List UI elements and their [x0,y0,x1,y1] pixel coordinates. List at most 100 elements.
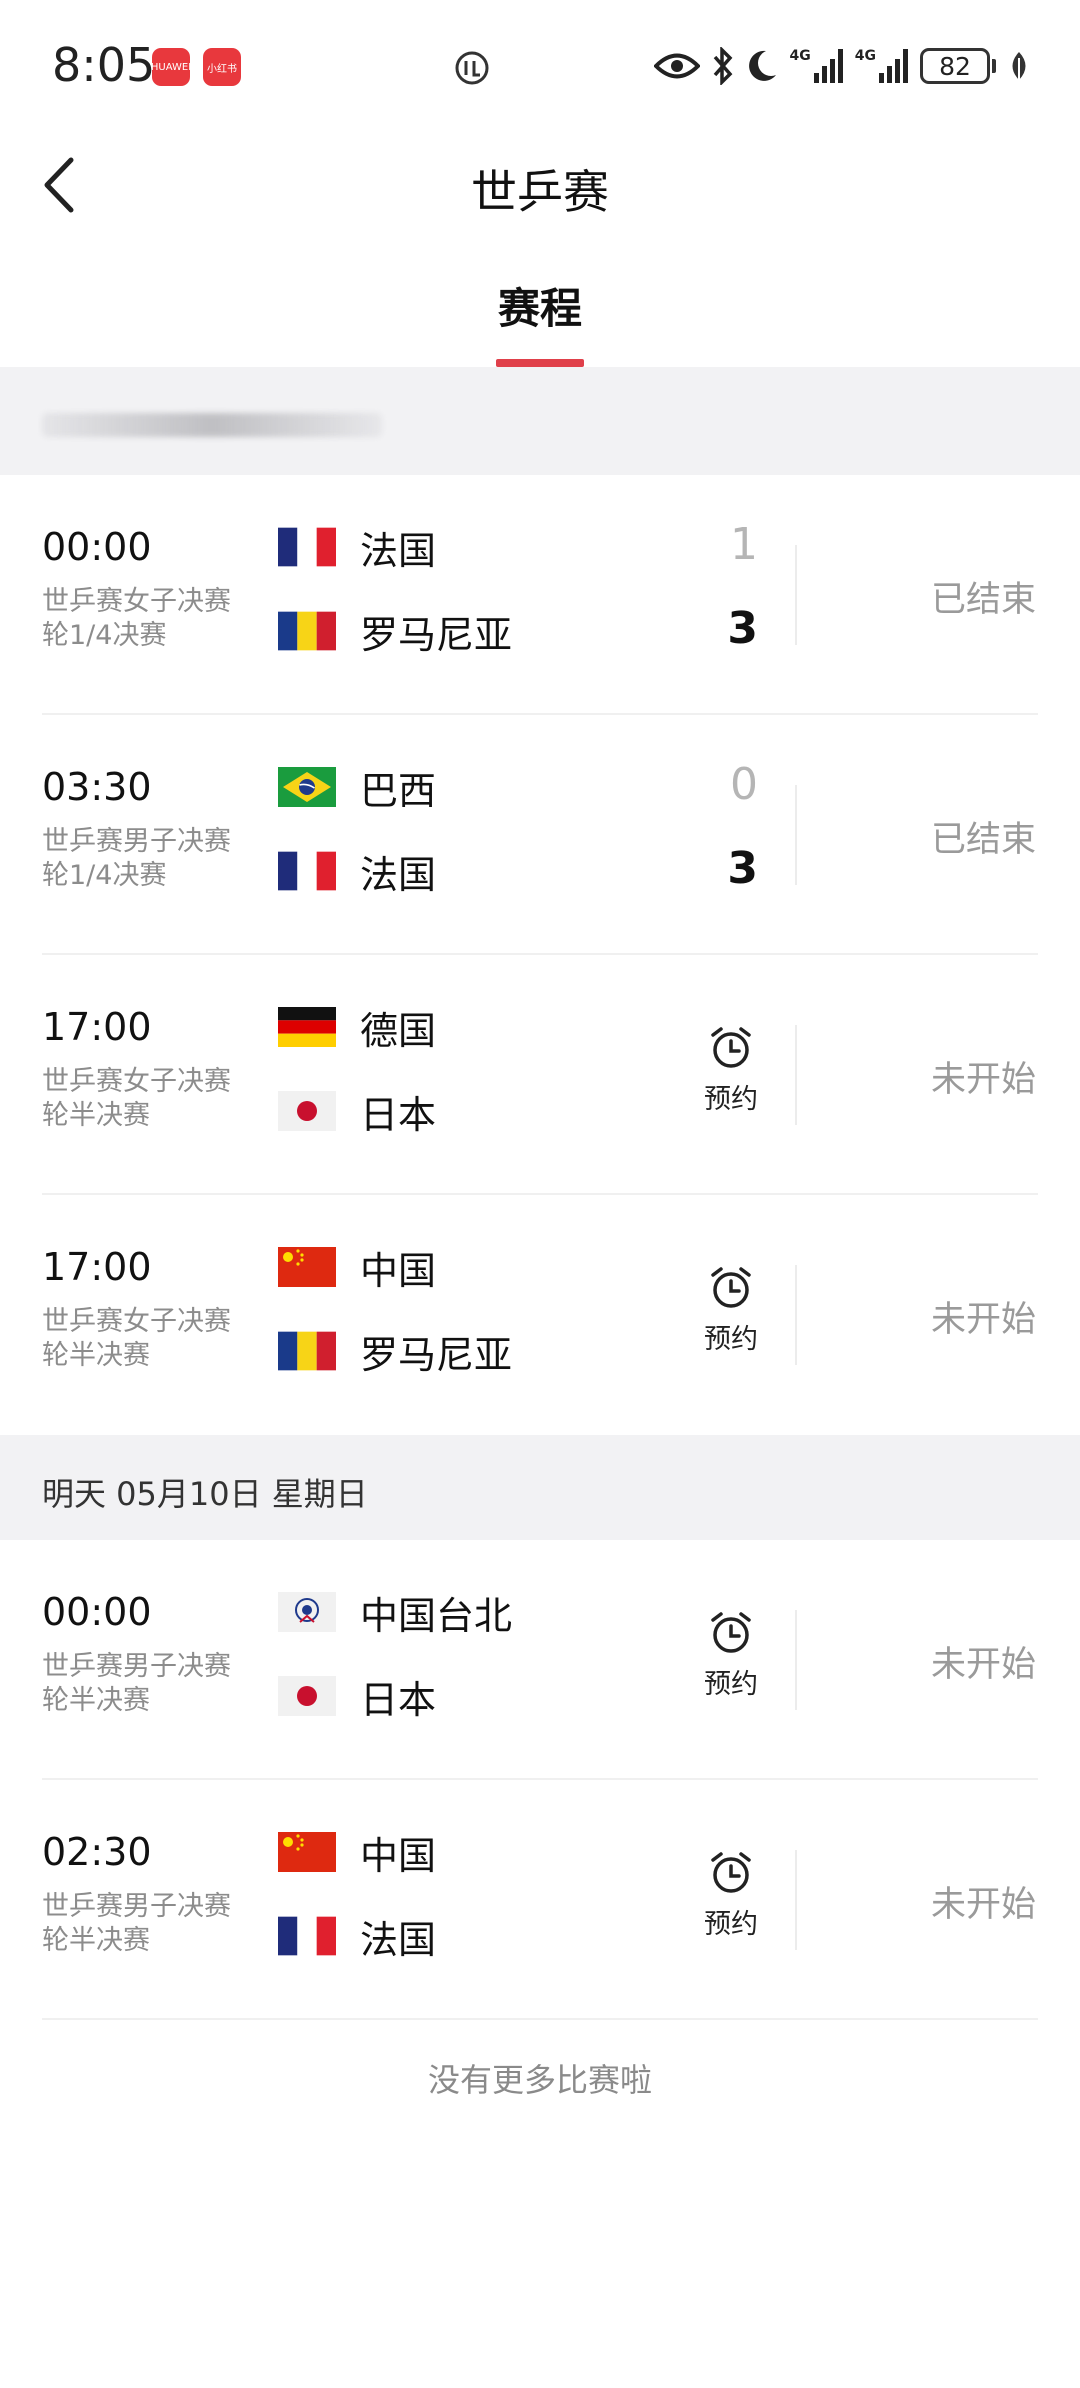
romania-flag-icon [278,611,336,651]
team-name: 巴西 [360,768,437,813]
team-away: 日本 [278,1081,436,1141]
reminder-button[interactable]: 预约 [696,1025,766,1125]
team-name: 德国 [360,1008,437,1053]
japan-flag-icon [278,1676,336,1716]
divider [795,1025,797,1125]
team-name: 法国 [360,852,437,897]
romania-flag-icon [278,1331,336,1371]
reminder-button[interactable]: 预约 [696,1265,766,1365]
team-home: 中国 [278,1237,436,1297]
team-name: 日本 [360,1092,437,1137]
team-away: 法国 [278,1906,436,1966]
match-time: 02:30 [42,1830,152,1874]
obscured-date [42,413,382,437]
team-home: 中国台北 [278,1582,512,1642]
divider [795,1850,797,1950]
team-name: 中国台北 [360,1593,513,1638]
france-flag-icon [278,1916,336,1956]
divider [795,545,797,645]
reminder-button[interactable]: 预约 [696,1850,766,1950]
match-time: 00:00 [42,525,152,569]
match-status: 未开始 [930,1885,1036,1925]
date-header [0,367,1080,475]
header: 世乒赛 [0,130,1080,240]
bluetooth-icon [713,47,732,85]
match-row[interactable]: 00:00 世乒赛男子决赛轮半决赛 中国台北 日本 预约 未开始 [0,1540,1080,1780]
match-round: 世乒赛男子决赛轮1/4决赛 [42,826,231,891]
japan-flag-icon [278,1091,336,1131]
china-flag-icon [278,1247,336,1287]
match-time: 03:30 [42,765,152,809]
match-round: 世乒赛女子决赛轮半决赛 [42,1066,231,1131]
match-status: 已结束 [930,820,1036,860]
match-status: 未开始 [930,1300,1036,1340]
match-round: 世乒赛女子决赛轮1/4决赛 [42,586,231,651]
team-name: 罗马尼亚 [360,612,513,657]
moon-icon [748,50,776,81]
alarm-clock-icon [711,1027,751,1068]
tab-bar: 赛程 [0,255,1080,367]
france-flag-icon [278,527,336,567]
reminder-label: 预约 [704,1909,758,1940]
match-round: 世乒赛女子决赛轮半决赛 [42,1306,231,1371]
team-home: 中国 [278,1822,436,1882]
match-status: 未开始 [930,1645,1036,1685]
tab-schedule[interactable]: 赛程 [496,275,584,336]
divider [795,1610,797,1710]
team-name: 中国 [360,1248,437,1293]
huawei-app-icon: HUAWEI [152,48,190,86]
date-label: 明天 05月10日 星期日 [42,1475,368,1513]
team-home: 德国 [278,997,436,1057]
signal-icon: 4G [855,49,908,83]
date-header: 明天 05月10日 星期日 [0,1435,1080,1540]
match-row[interactable]: 03:30 世乒赛男子决赛轮1/4决赛 巴西 法国 0 3 已结束 [0,715,1080,955]
match-time: 00:00 [42,1590,152,1634]
divider [795,785,797,885]
status-bar: 8:05 HUAWEI 小红书 4G 4G 82 [0,0,1080,130]
team-name: 中国 [360,1833,437,1878]
team-home: 法国 [278,517,436,577]
team-away: 日本 [278,1666,436,1726]
team-name: 罗马尼亚 [360,1332,513,1377]
page-title: 世乒赛 [471,165,609,219]
score-home: 0 [730,759,758,810]
divider [42,2018,1038,2020]
reminder-label: 预约 [704,1324,758,1355]
signal-icon: 4G [790,49,843,83]
match-round: 世乒赛男子决赛轮半决赛 [42,1651,231,1716]
match-time: 17:00 [42,1005,152,1049]
divider [795,1265,797,1365]
match-status: 已结束 [930,580,1036,620]
tab-indicator [496,359,584,367]
alarm-clock-icon [711,1267,751,1308]
team-away: 罗马尼亚 [278,601,512,661]
reminder-label: 预约 [704,1669,758,1700]
xiaohongshu-app-icon: 小红书 [203,48,241,86]
no-more-matches: 没有更多比赛啦 [427,2061,652,2099]
match-row[interactable]: 02:30 世乒赛男子决赛轮半决赛 中国 法国 预约 未开始 [0,1780,1080,2020]
status-time: 8:05 [52,38,156,92]
match-time: 17:00 [42,1245,152,1289]
match-status: 未开始 [930,1060,1036,1100]
eye-icon [653,53,700,79]
team-away: 罗马尼亚 [278,1321,512,1381]
reminder-button[interactable]: 预约 [696,1610,766,1710]
team-name: 日本 [360,1677,437,1722]
score-away: 3 [727,603,758,654]
germany-flag-icon [278,1007,336,1047]
signal-icon [455,51,489,85]
china-flag-icon [278,1832,336,1872]
match-row[interactable]: 00:00 世乒赛女子决赛轮1/4决赛 法国 罗马尼亚 1 3 已结束 [0,475,1080,715]
team-name: 法国 [360,528,437,573]
brazil-flag-icon [278,767,336,807]
team-away: 法国 [278,841,436,901]
team-name: 法国 [360,1917,437,1962]
score-away: 3 [727,843,758,894]
chinese-taipei-flag-icon [278,1592,336,1632]
match-row[interactable]: 17:00 世乒赛女子决赛轮半决赛 中国 罗马尼亚 预约 未开始 [0,1195,1080,1435]
match-row[interactable]: 17:00 世乒赛女子决赛轮半决赛 德国 日本 预约 未开始 [0,955,1080,1195]
score-home: 1 [730,519,758,570]
match-round: 世乒赛男子决赛轮半决赛 [42,1891,231,1956]
alarm-clock-icon [711,1852,751,1893]
france-flag-icon [278,851,336,891]
